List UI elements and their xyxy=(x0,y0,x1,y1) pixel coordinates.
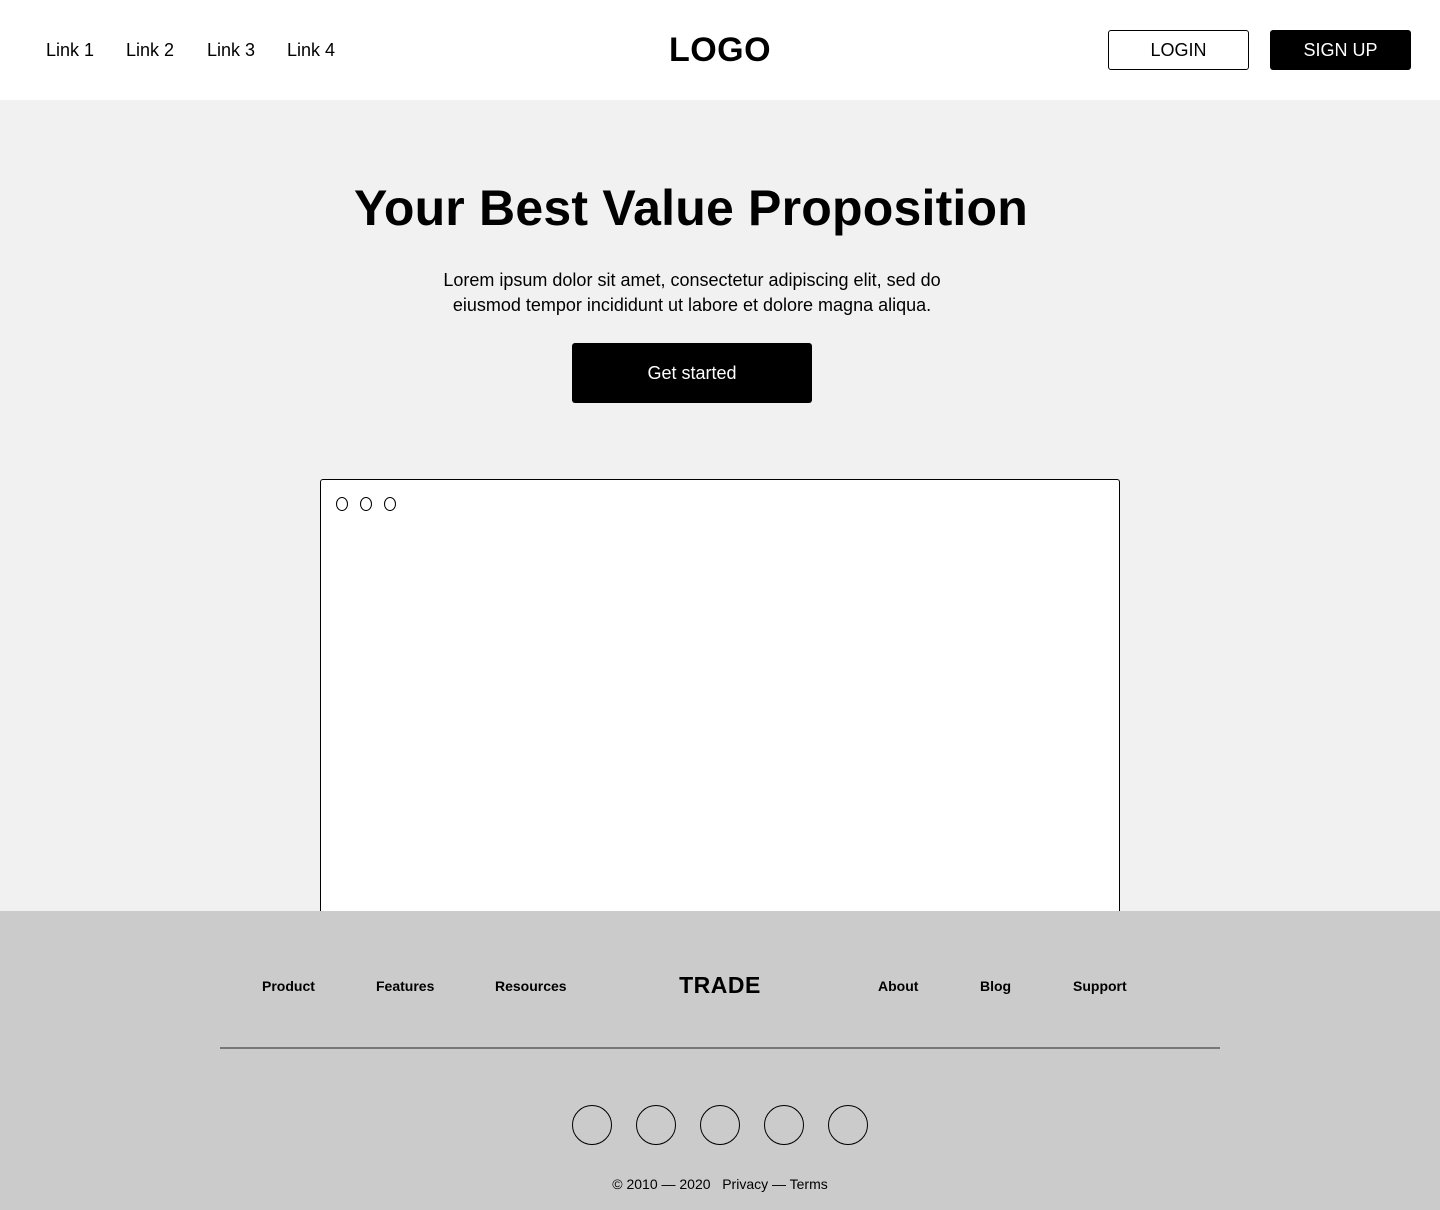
signup-button[interactable]: SIGN UP xyxy=(1270,30,1411,70)
footer-divider xyxy=(220,1047,1220,1049)
social-icon[interactable] xyxy=(636,1105,676,1145)
browser-mockup xyxy=(320,479,1120,929)
get-started-button[interactable]: Get started xyxy=(572,343,812,403)
hero-description: Lorem ipsum dolor sit amet, consectetur … xyxy=(420,268,964,318)
hero-description-line-2: eiusmod tempor incididunt ut labore et d… xyxy=(452,295,932,315)
site-header: Link 1 Link 2 Link 3 Link 4 LOGO LOGIN S… xyxy=(0,0,1440,100)
hero-description-line-1: Lorem ipsum dolor sit amet, consectetur … xyxy=(443,270,941,290)
footer-link-blog[interactable]: Blog xyxy=(980,977,1011,995)
hero-section: Your Best Value Proposition Lorem ipsum … xyxy=(0,100,1440,929)
window-dot-icon xyxy=(360,497,372,511)
window-dot-icon xyxy=(336,497,348,511)
footer-copyright-row: © 2010 — 2020 Privacy — Terms xyxy=(0,1175,1440,1193)
hero-title: Your Best Value Proposition xyxy=(353,180,1029,236)
legal-links[interactable]: Privacy — Terms xyxy=(722,1176,828,1192)
social-icon[interactable] xyxy=(764,1105,804,1145)
footer-logo[interactable]: TRADE xyxy=(0,971,1440,999)
social-icon[interactable] xyxy=(828,1105,868,1145)
social-icon[interactable] xyxy=(572,1105,612,1145)
site-footer: Product Features Resources TRADE About B… xyxy=(0,911,1440,1210)
footer-link-support[interactable]: Support xyxy=(1073,977,1127,995)
login-button[interactable]: LOGIN xyxy=(1108,30,1249,70)
copyright-text: © 2010 — 2020 xyxy=(612,1176,711,1192)
social-icon[interactable] xyxy=(700,1105,740,1145)
window-dot-icon xyxy=(384,497,396,511)
footer-link-about[interactable]: About xyxy=(878,977,918,995)
